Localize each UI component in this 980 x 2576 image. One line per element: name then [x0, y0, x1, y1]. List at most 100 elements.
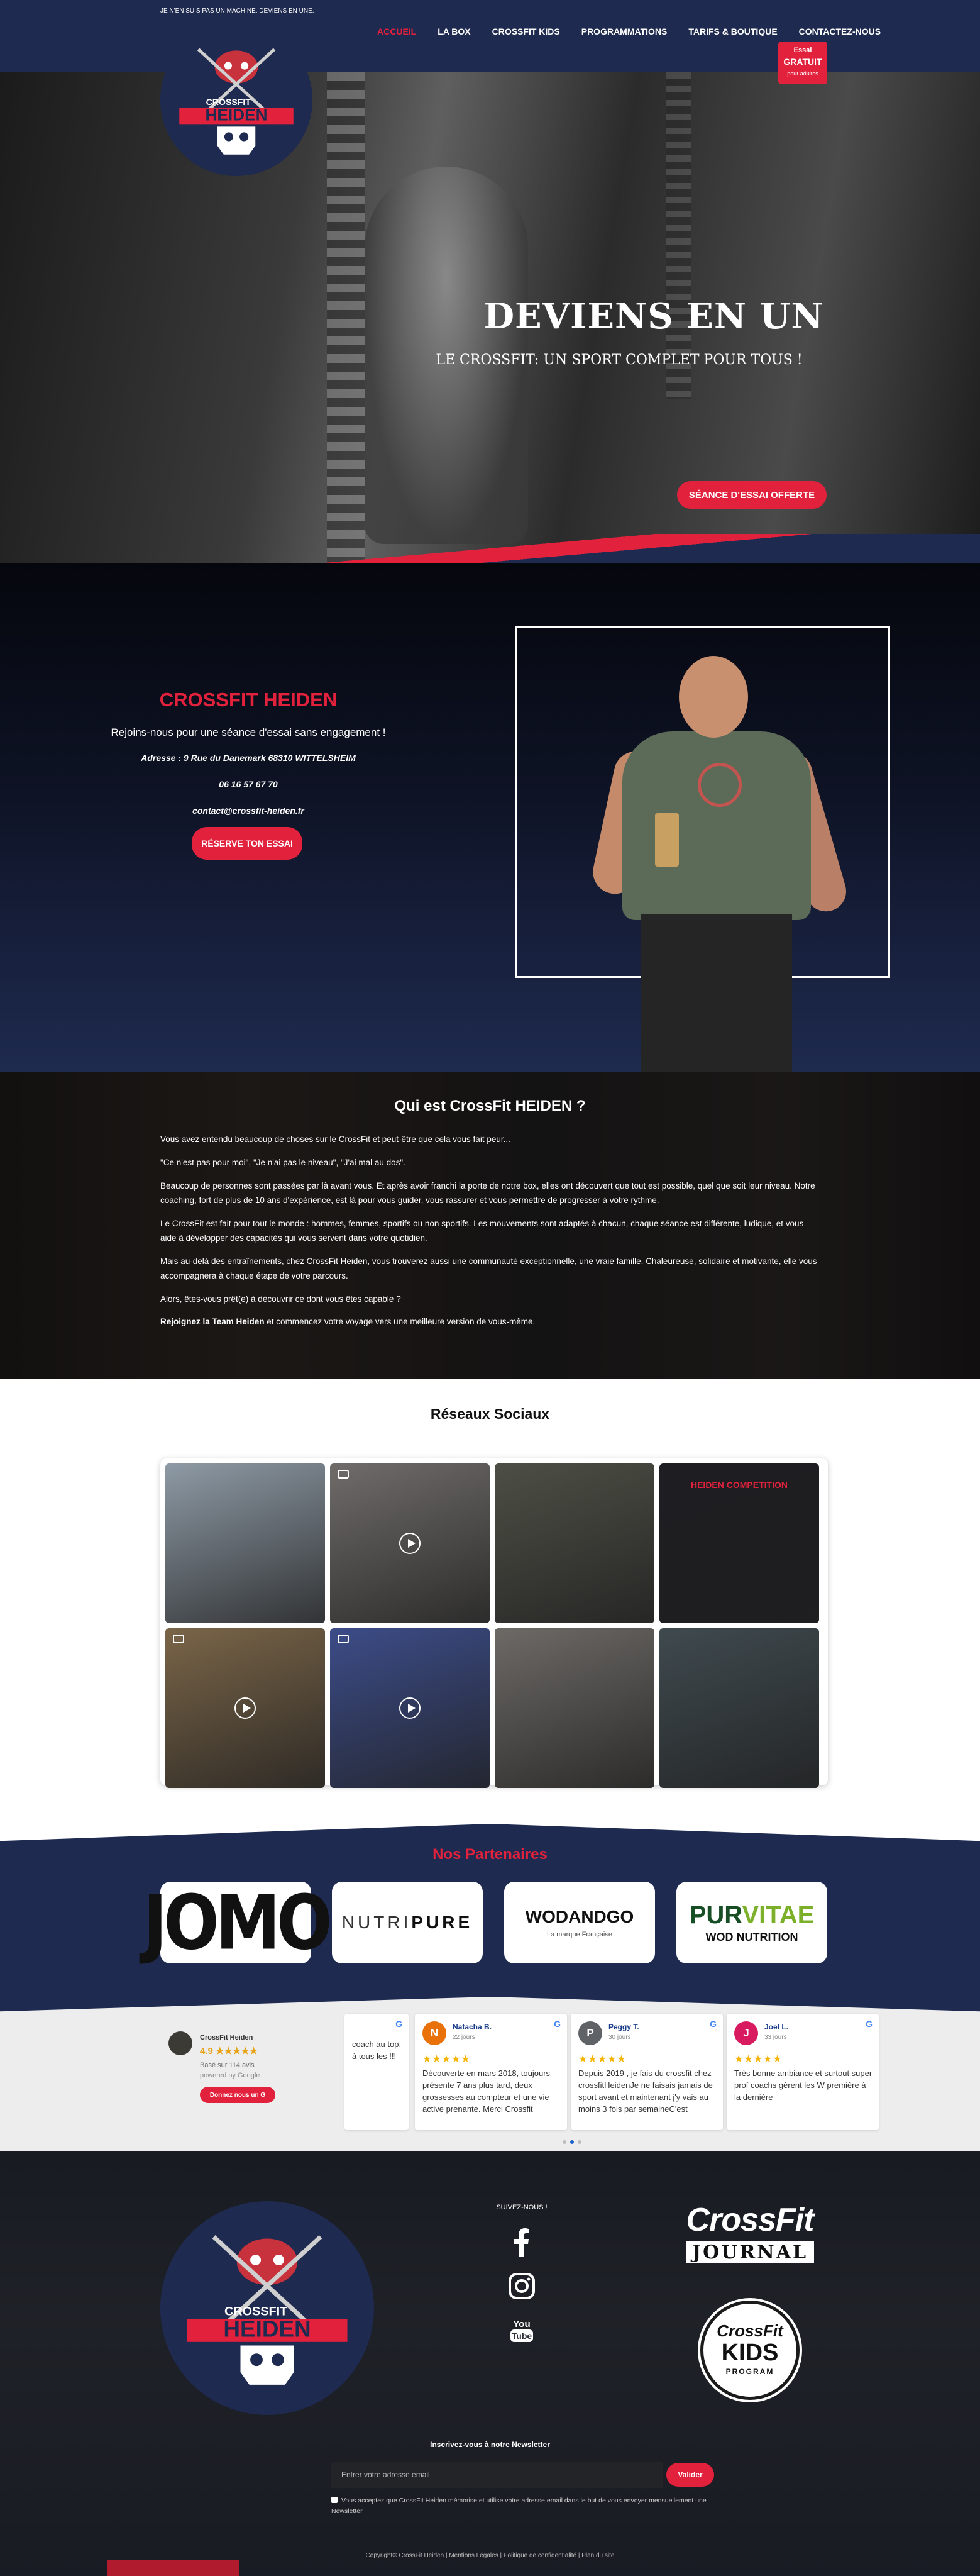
shirt-emblem-icon [698, 763, 742, 807]
intro-email[interactable]: contact@crossfit-heiden.fr [91, 806, 405, 816]
nav-contactez-nous[interactable]: CONTACTEZ-NOUS [799, 26, 881, 36]
review-card: G J Joel L. 33 jours ★★★★★ Très bonne ambianc… [727, 2014, 879, 2130]
carousel-dot-active[interactable] [570, 2140, 574, 2144]
instagram-icon[interactable] [506, 2270, 537, 2302]
partner-jomo[interactable]: JOMO [143, 1879, 333, 1967]
free-trial-badge[interactable]: Essai GRATUIT pour adultes [778, 42, 827, 84]
logo-text-name: HEIDEN [205, 105, 267, 124]
intro-subtitle: Rejoins-nous pour une séance d'essai san… [111, 726, 386, 738]
reviewer-name: Peggy T. [608, 2023, 639, 2031]
review-text: Très bonne ambiance et surtout super pro… [734, 2068, 873, 2102]
video-camera-icon [338, 1635, 349, 1643]
site-logo[interactable]: CROSSFIT HEIDEN [160, 24, 312, 176]
nav-accueil[interactable]: ACCUEIL [377, 26, 416, 36]
intro-phone[interactable]: 06 16 57 67 70 [91, 779, 405, 789]
about-section: Qui est CrossFit HEIDEN ? Vous avez ente… [0, 1072, 980, 1379]
site-header: JE N'EN SUIS PAS UN MACHINE. DEVIENS EN … [0, 0, 980, 72]
carousel-dots[interactable] [563, 2140, 581, 2144]
trial-badge-line1: Essai [793, 47, 812, 54]
partner-jomo-name: JOMO [143, 1878, 333, 1967]
partner-wodandgo-tagline: La marque Française [547, 1931, 612, 1938]
star-rating-icon: ★★★★★ [578, 2054, 627, 2065]
hero-red-divider [0, 534, 980, 563]
nav-tarifs-boutique[interactable]: TARIFS & BOUTIQUE [688, 26, 777, 36]
carousel-dot[interactable] [578, 2140, 581, 2144]
video-camera-icon [173, 1635, 184, 1643]
partner-purvitae[interactable]: PURVITAE WOD NUTRITION [676, 1882, 827, 1963]
footer-logo-text-name: HEIDEN [223, 2316, 311, 2341]
svg-text:You: You [513, 2319, 530, 2329]
footer-red-strip [107, 2560, 239, 2576]
copyright-text[interactable]: Copyright© CrossFit Heiden | Mentions Lé… [0, 2552, 980, 2559]
purvitae-b: VITAE [742, 1901, 815, 1929]
nutripure-light: NUTRI [341, 1913, 412, 1932]
instagram-post[interactable] [495, 1463, 654, 1623]
site-footer: CROSSFIT HEIDEN SUIVEZ-NOUS ! You Tube Cr… [0, 2151, 980, 2576]
hero-subtitle: LE CROSSFIT: UN SPORT COMPLET POUR TOUS … [436, 352, 803, 368]
crossfit-journal-b: JOURNAL [686, 2241, 814, 2263]
instagram-post[interactable] [659, 1628, 819, 1788]
free-session-button[interactable]: SÉANCE D'ESSAI OFFERTE [677, 481, 827, 509]
facebook-icon[interactable] [506, 2226, 537, 2258]
instagram-post[interactable]: HEIDEN COMPETITION [659, 1463, 819, 1623]
carousel-dot[interactable] [563, 2140, 566, 2144]
video-camera-icon [338, 1470, 349, 1479]
business-name: CrossFit Heiden [200, 2034, 253, 2041]
partner-wodandgo[interactable]: WODANDGO La marque Française [504, 1882, 655, 1963]
play-icon [399, 1533, 421, 1554]
instagram-post[interactable] [495, 1628, 654, 1788]
skull-logo-icon: CROSSFIT HEIDEN [160, 2201, 374, 2415]
partners-title: Nos Partenaires [432, 1846, 548, 1863]
bottle-icon [655, 813, 679, 867]
newsletter-submit-button[interactable]: Valider [666, 2463, 714, 2487]
newsletter-title: Inscrivez-vous à notre Newsletter [430, 2440, 550, 2449]
nav-la-box[interactable]: LA BOX [438, 26, 470, 36]
book-trial-button[interactable]: RÉSERVE TON ESSAI [192, 827, 302, 860]
purvitae-a: PUR [689, 1901, 742, 1929]
review-count: Basé sur 114 avis [200, 2062, 255, 2069]
instagram-post[interactable] [330, 1463, 490, 1623]
instagram-post[interactable] [165, 1463, 325, 1623]
about-paragraph: Le CrossFit est fait pour tout le monde … [160, 1218, 804, 1243]
crossfit-kids-logo[interactable]: CrossFit KIDS PROGRAM [700, 2301, 800, 2400]
follow-us-label: SUIVEZ-NOUS ! [496, 2204, 548, 2211]
svg-text:Tube: Tube [512, 2331, 532, 2341]
hero-title: DEVIENS EN UN [483, 296, 824, 337]
consent-text: Vous acceptez que CrossFit Heiden mémori… [331, 2497, 707, 2515]
about-closing-bold: Rejoignez la Team Heiden [160, 1317, 265, 1327]
google-icon: G [395, 2019, 402, 2029]
youtube-icon[interactable]: You Tube [506, 2316, 537, 2347]
reviewer-name: Joel L. [764, 2023, 789, 2031]
play-icon [234, 1697, 256, 1719]
instagram-post[interactable] [165, 1628, 325, 1788]
nav-programmations[interactable]: PROGRAMMATIONS [581, 26, 668, 36]
trial-badge-line3: pour adultes [787, 70, 818, 77]
nav-crossfit-kids[interactable]: CROSSFIT KIDS [492, 26, 560, 36]
about-closing-rest: et commencez votre voyage vers une meill… [264, 1317, 536, 1327]
play-icon [399, 1697, 421, 1719]
consent-checkbox[interactable] [331, 2497, 338, 2503]
reviewer-avatar: P [578, 2021, 602, 2045]
instagram-feed: HEIDEN COMPETITION [160, 1458, 828, 1788]
rating-score: 4.9 ★★★★★ [200, 2046, 258, 2057]
partner-nutripure[interactable]: NUTRIPURE [332, 1882, 483, 1963]
crossfit-kids-b: KIDS [721, 2340, 779, 2366]
newsletter-consent[interactable]: Vous acceptez que CrossFit Heiden mémori… [331, 2496, 708, 2517]
about-body: Vous avez entendu beaucoup de choses sur… [160, 1133, 820, 1338]
google-icon: G [554, 2019, 561, 2029]
instagram-post[interactable] [330, 1628, 490, 1788]
footer-logo[interactable]: CROSSFIT HEIDEN [160, 2201, 374, 2415]
about-paragraph: "Ce n'est pas pour moi", "Je n'ai pas le… [160, 1157, 405, 1167]
newsletter-email-input[interactable] [331, 2462, 663, 2488]
review-card: Gcoach au top, à tous les !!! [344, 2014, 409, 2130]
partner-purvitae-tagline: WOD NUTRITION [705, 1931, 798, 1943]
social-section: Réseaux Sociaux HEIDEN COMPETITION [0, 1379, 980, 1838]
leave-review-button[interactable]: Donnez nous un G [200, 2087, 275, 2103]
crossfit-journal-logo[interactable]: CrossFit JOURNAL [676, 2201, 824, 2263]
review-date: 33 jours [764, 2034, 787, 2041]
about-title: Qui est CrossFit HEIDEN ? [394, 1097, 586, 1114]
about-paragraph: Mais au-delà des entraînements, chez Cro… [160, 1256, 817, 1280]
review-date: 22 jours [453, 2034, 475, 2041]
coach-torso [622, 731, 811, 920]
intro-title: CROSSFIT HEIDEN [159, 689, 338, 711]
